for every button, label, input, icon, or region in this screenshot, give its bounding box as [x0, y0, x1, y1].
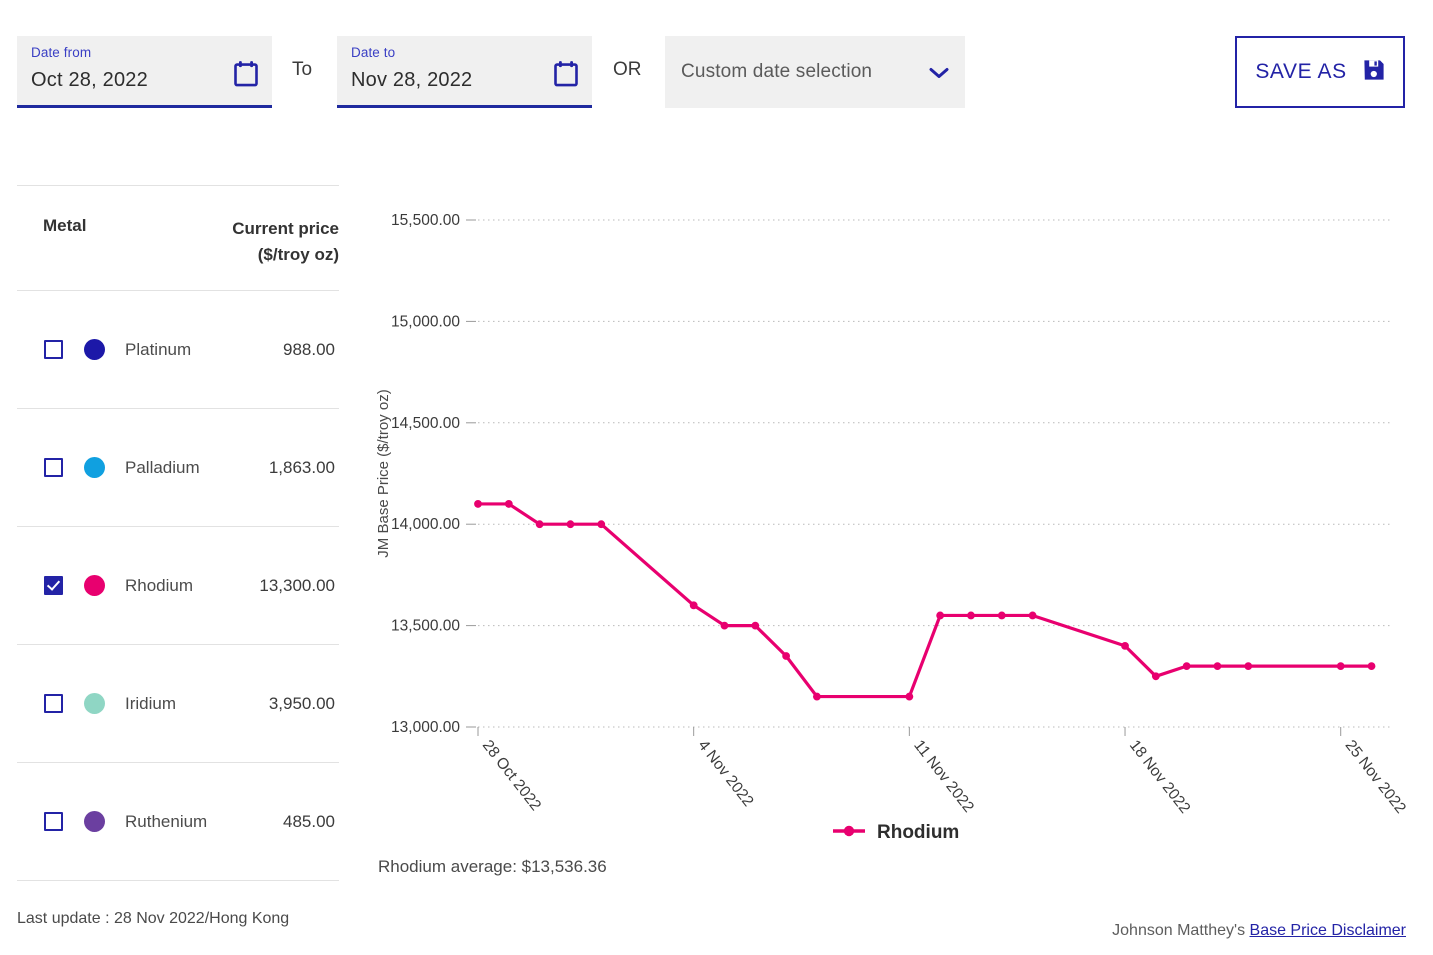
x-axis-tick-label: 4 Nov 2022	[695, 737, 757, 810]
last-update-text: Last update : 28 Nov 2022/Hong Kong	[17, 910, 290, 927]
metal-row-palladium[interactable]: Palladium 1,863.00	[17, 409, 339, 527]
metal-checkbox-rhodium[interactable]	[44, 576, 63, 595]
data-point[interactable]	[813, 692, 821, 701]
data-point[interactable]	[1244, 662, 1253, 671]
metal-color-swatch	[84, 811, 105, 832]
data-point[interactable]	[566, 520, 575, 529]
data-point[interactable]	[1151, 672, 1160, 681]
column-header-price: Current price ($/troy oz)	[232, 216, 339, 268]
data-point[interactable]	[751, 621, 760, 630]
chart-average-text: Rhodium average: $13,536.36	[378, 857, 607, 876]
toolbar: Date from Oct 28, 2022 To Date to Nov 28…	[0, 0, 1433, 140]
save-disk-icon	[1363, 59, 1385, 86]
metal-name-label: Ruthenium	[125, 811, 208, 831]
metal-table-header: Metal Current price ($/troy oz)	[17, 185, 339, 291]
chevron-down-icon	[929, 66, 949, 78]
metal-checkbox-palladium[interactable]	[44, 458, 63, 477]
data-point[interactable]	[689, 601, 698, 610]
base-price-disclaimer-link[interactable]: Base Price Disclaimer	[1250, 922, 1406, 939]
data-point[interactable]	[535, 520, 544, 529]
data-point[interactable]	[1336, 662, 1345, 671]
data-point[interactable]	[936, 611, 945, 620]
metal-price-value: 1,863.00	[268, 457, 335, 477]
metal-color-swatch	[84, 575, 105, 596]
data-point[interactable]	[1121, 641, 1129, 650]
x-axis-tick-label: 18 Nov 2022	[1126, 737, 1194, 817]
metal-checkbox-platinum[interactable]	[44, 340, 63, 359]
y-axis-title: JM Base Price ($/troy oz)	[375, 389, 392, 557]
column-header-price-unit: ($/troy oz)	[257, 245, 339, 264]
data-point[interactable]	[1213, 662, 1222, 671]
x-axis-tick-label: 25 Nov 2022	[1342, 737, 1410, 817]
date-from-field[interactable]: Date from Oct 28, 2022	[17, 36, 272, 108]
y-axis-tick-label: 13,500.00	[391, 618, 460, 635]
data-point[interactable]	[997, 611, 1006, 620]
metal-price-value: 3,950.00	[268, 693, 335, 713]
calendar-icon[interactable]	[554, 60, 578, 86]
x-axis-tick-label: 11 Nov 2022	[910, 737, 977, 816]
data-point[interactable]	[720, 621, 729, 630]
metal-name-label: Palladium	[125, 457, 200, 477]
metal-name-label: Rhodium	[125, 575, 194, 595]
footer-disclaimer: Johnson Matthey's Base Price Disclaimer	[1112, 922, 1406, 940]
metal-row-ruthenium[interactable]: Ruthenium 485.00	[17, 763, 339, 881]
x-axis-tick-label: 28 Oct 2022	[479, 737, 544, 814]
metal-price-value: 13,300.00	[259, 575, 335, 595]
metal-price-value: 485.00	[283, 811, 335, 831]
calendar-icon[interactable]	[234, 60, 258, 86]
metal-row-platinum[interactable]: Platinum 988.00	[17, 291, 339, 409]
metal-row-iridium[interactable]: Iridium 3,950.00	[17, 645, 339, 763]
column-header-metal: Metal	[43, 216, 87, 235]
date-to-value: Nov 28, 2022	[351, 69, 473, 91]
column-header-price-label: Current price	[232, 219, 339, 238]
y-axis-tick-label: 14,500.00	[391, 415, 460, 432]
metal-color-swatch	[84, 457, 105, 478]
date-to-label: Date to	[351, 45, 396, 60]
data-point[interactable]	[504, 500, 513, 508]
metal-color-swatch	[84, 339, 105, 360]
custom-date-selection-value: Custom date selection	[681, 61, 873, 82]
date-from-value: Oct 28, 2022	[31, 69, 148, 91]
legend-label-rhodium: Rhodium	[877, 822, 960, 843]
or-separator-label: OR	[613, 59, 642, 80]
metal-table: Metal Current price ($/troy oz) Platinum…	[17, 185, 339, 881]
series-line-rhodium	[476, 502, 1374, 699]
data-point[interactable]	[905, 692, 914, 701]
metal-name-label: Platinum	[125, 339, 192, 359]
price-chart: JM Base Price ($/troy oz) 15,500.00 15,000…	[360, 170, 1420, 870]
legend-marker-icon	[832, 824, 866, 843]
y-axis-tick-label: 13,000.00	[391, 719, 460, 736]
date-to-field[interactable]: Date to Nov 28, 2022	[337, 36, 592, 108]
metal-row-rhodium[interactable]: Rhodium 13,300.00	[17, 527, 339, 645]
metal-checkbox-iridium[interactable]	[44, 694, 63, 713]
metal-color-swatch	[84, 693, 105, 714]
custom-date-selection-dropdown[interactable]: Custom date selection	[665, 36, 965, 108]
metal-checkbox-ruthenium[interactable]	[44, 812, 63, 831]
y-axis-tick-label: 15,500.00	[391, 212, 460, 229]
data-point[interactable]	[1182, 662, 1191, 671]
data-point[interactable]	[474, 500, 482, 508]
disclaimer-prefix: Johnson Matthey's	[1112, 922, 1250, 939]
metal-price-value: 988.00	[283, 339, 335, 359]
y-axis-tick-label: 15,000.00	[391, 313, 460, 330]
save-as-button[interactable]: SAVE AS	[1235, 36, 1405, 108]
data-point[interactable]	[1028, 611, 1037, 620]
save-as-label: SAVE AS	[1255, 60, 1347, 83]
data-point[interactable]	[967, 611, 975, 620]
data-point[interactable]	[1367, 662, 1376, 671]
y-axis-tick-label: 14,000.00	[391, 516, 460, 533]
metal-name-label: Iridium	[125, 693, 177, 713]
data-point[interactable]	[597, 520, 606, 529]
chart-legend[interactable]: Rhodium	[832, 822, 959, 844]
data-point[interactable]	[782, 652, 791, 660]
date-from-label: Date from	[31, 45, 92, 60]
to-separator-label: To	[292, 59, 313, 80]
